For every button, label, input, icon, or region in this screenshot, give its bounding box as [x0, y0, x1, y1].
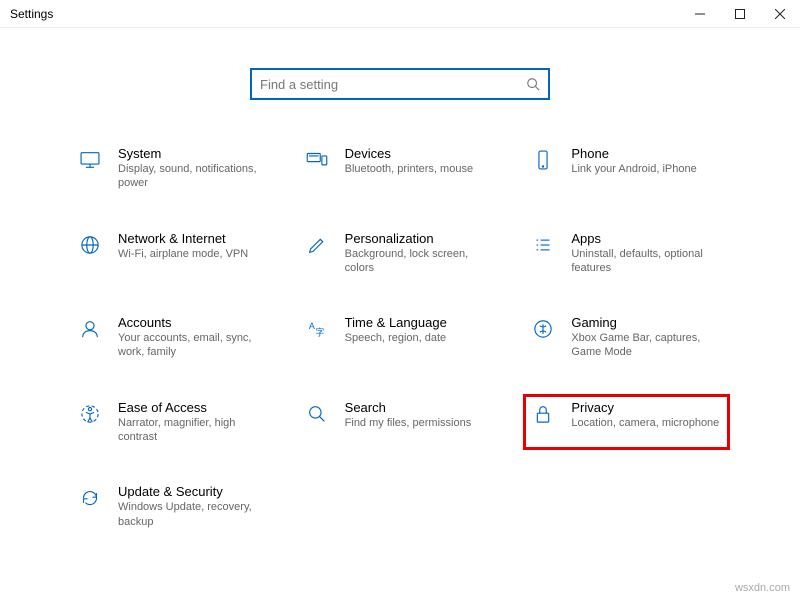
tile-desc: Find my files, permissions	[345, 416, 472, 430]
window-buttons	[680, 0, 800, 28]
tile-title: Phone	[571, 146, 696, 161]
tile-title: Update & Security	[118, 484, 268, 499]
tile-title: Gaming	[571, 315, 721, 330]
tile-search[interactable]: Search Find my files, permissions	[297, 394, 504, 451]
close-icon	[775, 9, 785, 19]
apps-icon	[529, 231, 557, 259]
tile-desc: Uninstall, defaults, optional features	[571, 247, 721, 276]
search-box[interactable]	[250, 68, 550, 100]
lock-icon	[529, 400, 557, 428]
tile-desc: Narrator, magnifier, high contrast	[118, 416, 268, 445]
maximize-button[interactable]	[720, 0, 760, 28]
titlebar: Settings	[0, 0, 800, 28]
tile-system[interactable]: System Display, sound, notifications, po…	[70, 140, 277, 197]
tile-title: Devices	[345, 146, 473, 161]
tile-desc: Link your Android, iPhone	[571, 162, 696, 176]
tile-title: System	[118, 146, 268, 161]
paintbrush-icon	[303, 231, 331, 259]
system-icon	[76, 146, 104, 174]
tile-title: Search	[345, 400, 472, 415]
tile-devices[interactable]: Devices Bluetooth, printers, mouse	[297, 140, 504, 197]
search-icon	[526, 77, 540, 91]
search-input[interactable]	[260, 77, 526, 92]
minimize-icon	[695, 9, 705, 19]
svg-text:A: A	[309, 321, 315, 331]
update-icon	[76, 484, 104, 512]
tile-title: Privacy	[571, 400, 719, 415]
tile-desc: Speech, region, date	[345, 331, 447, 345]
close-button[interactable]	[760, 0, 800, 28]
tile-network[interactable]: Network & Internet Wi-Fi, airplane mode,…	[70, 225, 277, 282]
tile-update-security[interactable]: Update & Security Windows Update, recove…	[70, 478, 277, 535]
tile-accounts[interactable]: Accounts Your accounts, email, sync, wor…	[70, 309, 277, 366]
tile-gaming[interactable]: Gaming Xbox Game Bar, captures, Game Mod…	[523, 309, 730, 366]
tile-privacy[interactable]: Privacy Location, camera, microphone	[523, 394, 730, 451]
maximize-icon	[735, 9, 745, 19]
tile-personalization[interactable]: Personalization Background, lock screen,…	[297, 225, 504, 282]
tile-title: Apps	[571, 231, 721, 246]
tile-title: Ease of Access	[118, 400, 268, 415]
search-tile-icon	[303, 400, 331, 428]
tile-desc: Xbox Game Bar, captures, Game Mode	[571, 331, 721, 360]
tile-desc: Bluetooth, printers, mouse	[345, 162, 473, 176]
gaming-icon	[529, 315, 557, 343]
tile-time-language[interactable]: A字 Time & Language Speech, region, date	[297, 309, 504, 366]
tile-title: Network & Internet	[118, 231, 248, 246]
tile-desc: Windows Update, recovery, backup	[118, 500, 268, 529]
tile-title: Accounts	[118, 315, 268, 330]
globe-icon	[76, 231, 104, 259]
tile-desc: Wi-Fi, airplane mode, VPN	[118, 247, 248, 261]
watermark: wsxdn.com	[735, 582, 790, 594]
search-container	[20, 68, 780, 100]
devices-icon	[303, 146, 331, 174]
accessibility-icon	[76, 400, 104, 428]
svg-text:字: 字	[315, 327, 324, 338]
window-title: Settings	[10, 7, 53, 21]
tile-title: Personalization	[345, 231, 495, 246]
tile-apps[interactable]: Apps Uninstall, defaults, optional featu…	[523, 225, 730, 282]
tile-ease-of-access[interactable]: Ease of Access Narrator, magnifier, high…	[70, 394, 277, 451]
main-content: System Display, sound, notifications, po…	[0, 28, 800, 535]
tile-title: Time & Language	[345, 315, 447, 330]
tile-phone[interactable]: Phone Link your Android, iPhone	[523, 140, 730, 197]
tile-desc: Display, sound, notifications, power	[118, 162, 268, 191]
time-language-icon: A字	[303, 315, 331, 343]
tile-desc: Your accounts, email, sync, work, family	[118, 331, 268, 360]
phone-icon	[529, 146, 557, 174]
settings-grid: System Display, sound, notifications, po…	[20, 140, 780, 535]
tile-desc: Background, lock screen, colors	[345, 247, 495, 276]
tile-desc: Location, camera, microphone	[571, 416, 719, 430]
person-icon	[76, 315, 104, 343]
minimize-button[interactable]	[680, 0, 720, 28]
